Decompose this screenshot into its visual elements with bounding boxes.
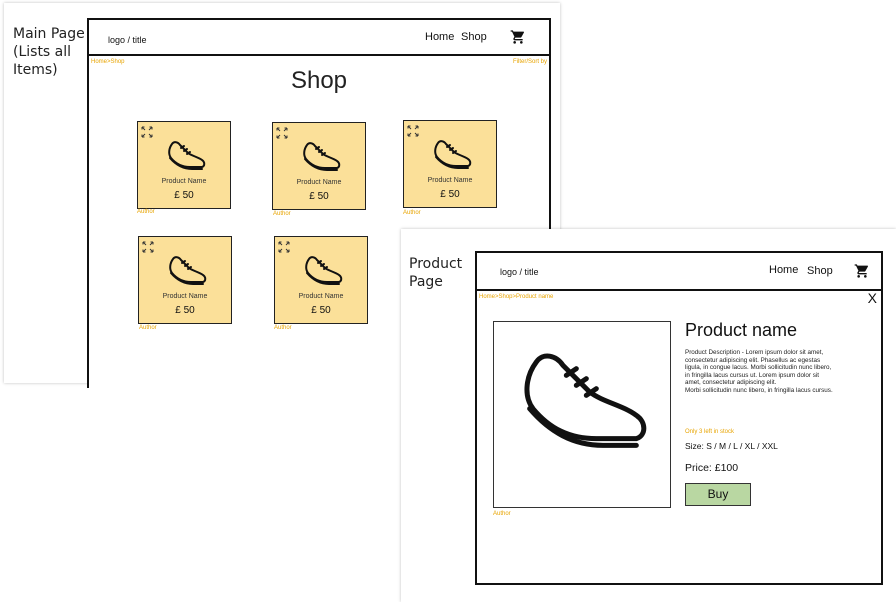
product-price: £ 50 xyxy=(175,305,195,316)
product-page-panel: Product Page logo / title Home Shop Home… xyxy=(401,229,896,602)
product-name: Product Name xyxy=(298,293,344,300)
nav-home[interactable]: Home xyxy=(425,31,454,43)
nav-home[interactable]: Home xyxy=(769,264,798,276)
shoe-icon xyxy=(301,139,341,175)
author-link[interactable]: Author xyxy=(274,325,292,331)
shoe-icon xyxy=(524,353,647,448)
product-card[interactable]: Product Name £ 50 xyxy=(403,120,497,208)
author-link[interactable]: Author xyxy=(403,210,421,216)
product-name: Product Name xyxy=(161,178,207,185)
shoe-icon xyxy=(432,137,472,173)
product-description: Product Description - Lorem ipsum dolor … xyxy=(685,349,833,394)
shoe-icon xyxy=(166,138,206,174)
cart-icon[interactable] xyxy=(854,263,870,279)
product-image-frame xyxy=(493,321,671,508)
stock-notice: Only 3 left in stock xyxy=(685,429,735,435)
size-selector[interactable]: Size: S / M / L / XL / XXL xyxy=(685,441,778,451)
expand-icon[interactable] xyxy=(278,240,290,253)
product-navbar: logo / title Home Shop xyxy=(477,253,881,291)
author-link[interactable]: Author xyxy=(139,325,157,331)
page-title: Shop xyxy=(290,67,348,94)
main-page-label: Main Page (Lists all Items) xyxy=(13,26,85,78)
shoe-icon xyxy=(167,253,207,289)
product-card[interactable]: Product Name £ 50 xyxy=(274,236,368,324)
product-price: £ 50 xyxy=(440,189,460,200)
product-card[interactable]: Product Name £ 50 xyxy=(272,122,366,210)
breadcrumb[interactable]: Home>Shop xyxy=(91,59,125,65)
product-price: £ 50 xyxy=(174,190,194,201)
author-link[interactable]: Author xyxy=(137,209,155,215)
nav-shop[interactable]: Shop xyxy=(461,31,487,43)
product-name: Product Name xyxy=(427,177,473,184)
shoe-icon xyxy=(303,253,343,289)
breadcrumb[interactable]: Home>Shop>Product name xyxy=(479,294,553,300)
product-wireframe: logo / title Home Shop Home>Shop>Product… xyxy=(475,251,883,585)
product-card[interactable]: Product Name £ 50 xyxy=(138,236,232,324)
product-page-label: Product Page xyxy=(409,256,463,290)
buy-button[interactable]: Buy xyxy=(685,483,751,506)
main-navbar: logo / title Home Shop xyxy=(89,20,549,56)
product-name: Product name xyxy=(685,320,798,340)
author-link[interactable]: Author xyxy=(273,211,291,217)
product-price: £ 50 xyxy=(311,305,331,316)
nav-shop[interactable]: Shop xyxy=(807,265,833,277)
expand-icon[interactable] xyxy=(407,124,419,137)
product-name: Product Name xyxy=(296,179,342,186)
product-card[interactable]: Product Name £ 50 xyxy=(137,121,231,209)
expand-icon[interactable] xyxy=(276,126,288,139)
logo-title[interactable]: logo / title xyxy=(500,267,539,277)
product-price: Price: £100 xyxy=(685,462,739,474)
filter-sort-link[interactable]: Filter/Sort by xyxy=(513,59,547,65)
cart-icon[interactable] xyxy=(510,29,526,45)
logo-title[interactable]: logo / title xyxy=(108,35,147,45)
product-name: Product Name xyxy=(162,293,208,300)
expand-icon[interactable] xyxy=(141,125,153,138)
expand-icon[interactable] xyxy=(142,240,154,253)
close-button[interactable]: X xyxy=(868,290,877,306)
author-link[interactable]: Author xyxy=(493,511,511,517)
product-price: £ 50 xyxy=(309,191,329,202)
